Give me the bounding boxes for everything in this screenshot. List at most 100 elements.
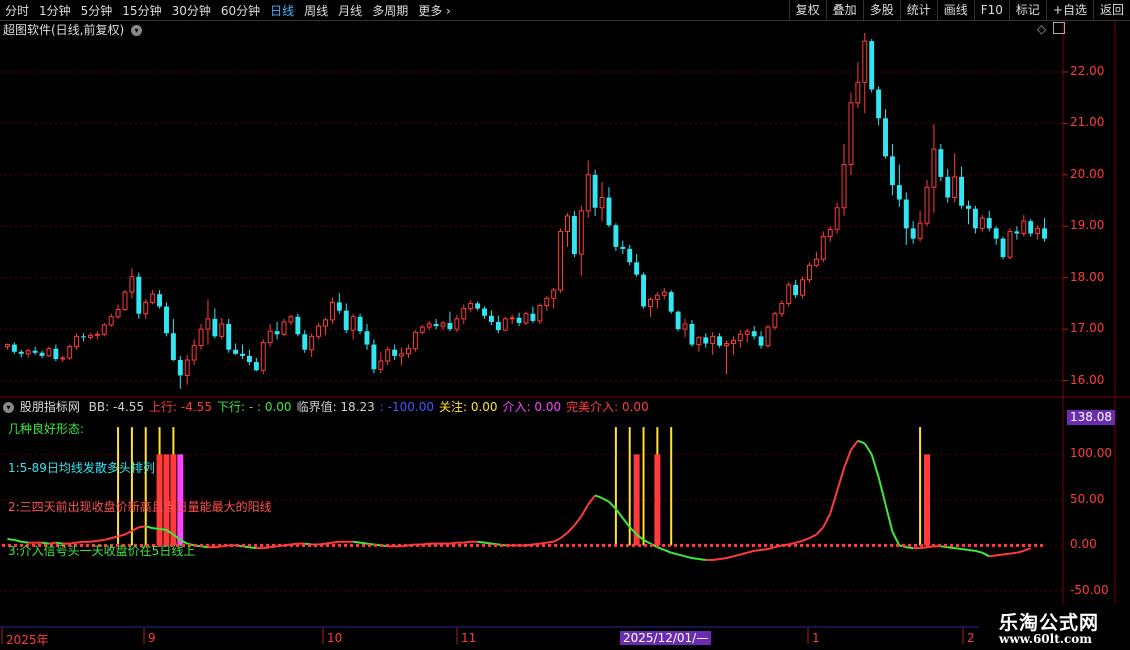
indicator-line-segment [760,548,769,551]
candle-body [675,311,681,330]
candle-body [779,302,785,315]
zero-dot [1028,543,1031,547]
zero-dot [338,543,341,547]
toolbar-button[interactable]: 画线 [936,0,974,20]
zero-dot [260,543,263,547]
toolbar-button[interactable]: 返回 [1092,0,1130,20]
candle-body [246,355,252,363]
candle-body [986,218,992,229]
zero-dot [1016,543,1019,547]
panel-toggle-icon[interactable] [1053,22,1065,34]
timeframe-tab[interactable]: 日线 [265,2,299,19]
zero-dot [980,543,983,547]
indicator-line-segment [449,541,457,545]
toolbar-button[interactable]: 多股 [862,0,900,20]
zero-dot [992,543,995,547]
price-axis-label: 18.00 [1070,269,1105,284]
candle-body [371,344,377,370]
candle-body [585,174,591,212]
candle-body [488,315,494,322]
candle-body [32,350,38,353]
toolbar-button[interactable]: 复权 [788,0,826,20]
zero-dot [734,543,737,547]
zero-dot [518,543,521,547]
zero-dot [314,543,317,547]
price-axis-label: 20.00 [1070,166,1105,181]
candle-body [309,335,315,351]
indicator-line-segment [919,546,928,550]
timeframe-tab[interactable]: 5分钟 [76,2,118,19]
timeframe-tab[interactable]: 周线 [299,2,333,19]
time-axis-label: 9 [148,631,156,645]
indicator-line-segment [670,551,679,556]
toolbar-button[interactable]: 统计 [899,0,937,20]
indicator-line-segment [152,527,160,531]
indicator-line-segment [746,549,755,554]
indicator-line-segment [553,537,562,543]
timeframe-tab[interactable]: 15分钟 [117,2,166,19]
zero-dot [632,543,635,547]
candle-body [143,301,149,315]
zero-dot [242,543,245,547]
zero-dot [818,543,821,547]
candle-body [516,317,522,323]
zero-dot [1022,543,1025,547]
indicator-line-segment [124,529,133,536]
indicator-line-segment [145,525,153,530]
candle-body [889,156,895,186]
zero-dot [362,543,365,547]
zero-dot [482,543,485,547]
candle-body [627,248,633,263]
zero-dot [266,543,269,547]
indicator-line-segment [97,538,105,542]
candle-body [565,215,570,232]
diamond-icon[interactable]: ◇ [1037,22,1046,36]
candle-body [198,328,204,347]
indicator-menu-icon[interactable]: ▾ [3,402,14,413]
zero-dot [530,543,533,547]
toolbar-button[interactable]: +自选 [1045,0,1093,20]
timeframe-tab[interactable]: 30分钟 [167,2,216,19]
candle-body [737,333,743,341]
candle-body [281,321,287,335]
zero-dot [512,543,515,547]
timeframe-tab[interactable]: 分时 [0,2,34,19]
candle-body [509,317,515,320]
candle-body [682,323,688,330]
timeframe-tab[interactable]: 1分钟 [34,2,76,19]
indicator-readout: BB: -4.55 [88,400,145,414]
candle-body [1042,228,1047,239]
zero-dot [566,543,569,547]
candle-body [551,289,557,299]
indicator-line-segment [691,557,699,561]
zero-dot [656,543,659,547]
timeframe-tab[interactable]: 更多 › [413,2,456,19]
indicator-line-segment [7,538,15,541]
toolbar-button[interactable]: F10 [973,0,1009,20]
toolbar-button[interactable]: 叠加 [825,0,863,20]
indicator-line-segment [954,547,962,551]
indicator-line-segment [359,541,368,545]
candle-body [267,330,273,344]
timeframe-tab[interactable]: 多周期 [367,2,413,19]
watermark-title: 乐淘公式网 [999,612,1100,634]
zero-dot [1040,543,1043,547]
zero-dot [902,543,905,547]
zero-dot [752,543,755,547]
chevron-down-icon[interactable]: ▾ [131,25,143,36]
candle-body [848,102,854,166]
candle-body [1014,231,1020,234]
candle-body [94,333,100,336]
timeframe-tab[interactable]: 60分钟 [216,2,265,19]
candle-body [1035,227,1041,234]
toolbar-button[interactable]: 标记 [1008,0,1046,20]
indicator-name[interactable]: 股朋指标网 [20,400,80,414]
zero-dot [716,543,719,547]
candle-body [316,325,322,337]
zero-dot [710,543,713,547]
zero-dot [680,543,683,547]
indicator-line-segment [332,540,340,544]
zero-dot [674,543,677,547]
zero-dot [740,543,743,547]
timeframe-tab[interactable]: 月线 [333,2,367,19]
